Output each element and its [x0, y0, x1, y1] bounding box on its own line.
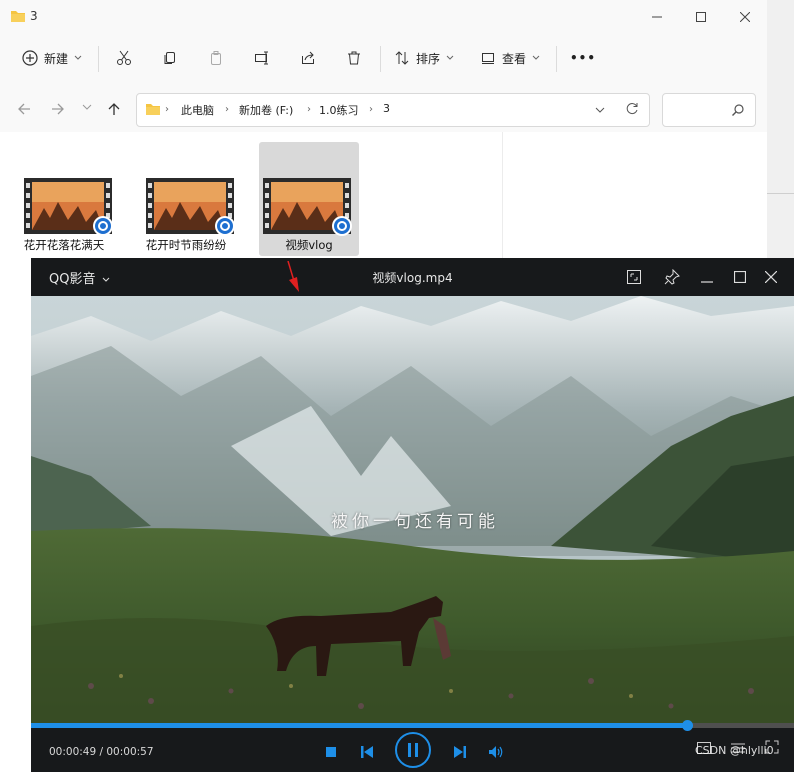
chevron-right-icon: ›: [165, 104, 169, 115]
file-name: 花开花落花满天: [23, 238, 105, 252]
next-icon: [454, 746, 466, 758]
maximize-button[interactable]: [678, 0, 724, 34]
breadcrumb-item[interactable]: 此电脑: [181, 102, 214, 118]
address-bar[interactable]: › 此电脑 › 新加卷 (F:) › 1.0练习 › 3: [136, 93, 650, 127]
video-subtitle: 被你一句还有可能: [331, 512, 499, 532]
up-arrow-icon[interactable]: [106, 101, 122, 117]
view-label: 查看: [502, 51, 527, 66]
minimize-button[interactable]: [634, 0, 680, 34]
file-name: 花开时节雨纷纷: [145, 238, 227, 252]
close-icon: [740, 12, 750, 22]
close-icon: [765, 271, 777, 283]
breadcrumb-item[interactable]: 3: [383, 102, 390, 115]
breadcrumb-item[interactable]: 新加卷 (F:): [239, 102, 293, 118]
video-thumbnail: [146, 178, 236, 236]
player-titlebar: QQ影音 视频vlog.mp4: [31, 258, 794, 296]
minimize-button[interactable]: [692, 264, 722, 290]
previous-button[interactable]: [353, 738, 381, 766]
toolbar-divider: [380, 46, 381, 72]
chevron-down-icon: [74, 55, 82, 61]
folder-icon: [145, 102, 161, 116]
minimize-icon: [701, 271, 713, 283]
file-list-area: [0, 132, 767, 260]
pause-button[interactable]: [395, 732, 431, 768]
stop-icon: [326, 747, 336, 757]
file-name: 视频vlog: [285, 238, 333, 252]
maximize-icon: [696, 12, 706, 22]
sort-button[interactable]: 排序: [394, 42, 454, 74]
more-options-button[interactable]: •••: [570, 42, 596, 74]
delete-icon: [346, 50, 362, 66]
chevron-right-icon: ›: [369, 104, 373, 115]
folder-icon: [10, 9, 26, 23]
player-controls: 00:00:49 / 00:00:57 CSDN @hlylll0: [31, 728, 794, 772]
watermark-text: CSDN @hlylll0: [695, 744, 774, 757]
close-button[interactable]: [722, 0, 768, 34]
pane-divider: [502, 132, 503, 260]
rename-icon: [254, 50, 270, 66]
file-item[interactable]: 花开时节雨纷纷: [136, 142, 236, 256]
stop-button[interactable]: [317, 738, 345, 766]
view-icon: [480, 50, 496, 66]
close-button[interactable]: [756, 264, 786, 290]
video-thumbnail: [24, 178, 114, 236]
pin-icon: [664, 269, 680, 285]
new-button[interactable]: 新建: [22, 42, 82, 74]
window-title: 3: [30, 9, 38, 23]
new-label: 新建: [44, 51, 69, 66]
volume-icon: [489, 746, 503, 758]
search-input[interactable]: [662, 93, 756, 127]
cut-icon: [116, 50, 132, 66]
file-item[interactable]: 花开花落花满天: [14, 142, 114, 256]
address-dropdown-icon[interactable]: [595, 106, 605, 114]
explorer-toolbar: 新建 排序 查看 •••: [0, 34, 767, 82]
file-explorer-window: 3 新建 排序 查看 ••• › 此电脑 › 新加卷 (F:) › 1.0练习 …: [0, 0, 768, 260]
background-window-divider: [767, 193, 794, 194]
volume-button[interactable]: [482, 738, 510, 766]
back-arrow-icon[interactable]: [16, 101, 32, 117]
next-button[interactable]: [446, 738, 474, 766]
new-icon: [22, 50, 38, 66]
time-display: 00:00:49 / 00:00:57: [49, 746, 154, 758]
minimize-icon: [652, 12, 662, 22]
screenshot-button[interactable]: [619, 264, 649, 290]
video-frame[interactable]: 被你一句还有可能: [31, 296, 794, 723]
recent-chevron-icon[interactable]: [82, 103, 92, 111]
search-icon: [731, 103, 745, 117]
screenshot-icon: [626, 269, 642, 285]
maximize-button[interactable]: [725, 264, 755, 290]
explorer-titlebar: 3: [0, 0, 767, 34]
pause-icon: [407, 743, 419, 757]
paste-button[interactable]: [208, 42, 224, 74]
toolbar-divider: [556, 46, 557, 72]
pin-button[interactable]: [657, 264, 687, 290]
refresh-icon[interactable]: [625, 102, 639, 116]
cut-button[interactable]: [116, 42, 132, 74]
chevron-right-icon: ›: [225, 104, 229, 115]
annotation-arrow-icon: [284, 261, 300, 293]
file-item-selected[interactable]: 视频vlog: [259, 142, 359, 256]
video-player-window: QQ影音 视频vlog.mp4 被你一句还有可能 00:00:49 / 00:0…: [31, 258, 794, 772]
view-button[interactable]: 查看: [480, 42, 540, 74]
breadcrumb-item[interactable]: 1.0练习: [319, 102, 359, 118]
video-thumbnail: [263, 178, 353, 236]
toolbar-divider: [98, 46, 99, 72]
paste-icon: [208, 50, 224, 66]
sort-label: 排序: [416, 51, 441, 66]
chevron-right-icon: ›: [307, 104, 311, 115]
share-button[interactable]: [300, 42, 316, 74]
delete-button[interactable]: [346, 42, 362, 74]
copy-button[interactable]: [162, 42, 178, 74]
background-window: [767, 0, 794, 260]
previous-icon: [361, 746, 373, 758]
maximize-icon: [734, 271, 746, 283]
copy-icon: [162, 50, 178, 66]
share-icon: [300, 50, 316, 66]
rename-button[interactable]: [254, 42, 270, 74]
chevron-down-icon: [446, 55, 454, 61]
chevron-down-icon: [532, 55, 540, 61]
sort-icon: [394, 50, 410, 66]
forward-arrow-icon[interactable]: [50, 101, 66, 117]
